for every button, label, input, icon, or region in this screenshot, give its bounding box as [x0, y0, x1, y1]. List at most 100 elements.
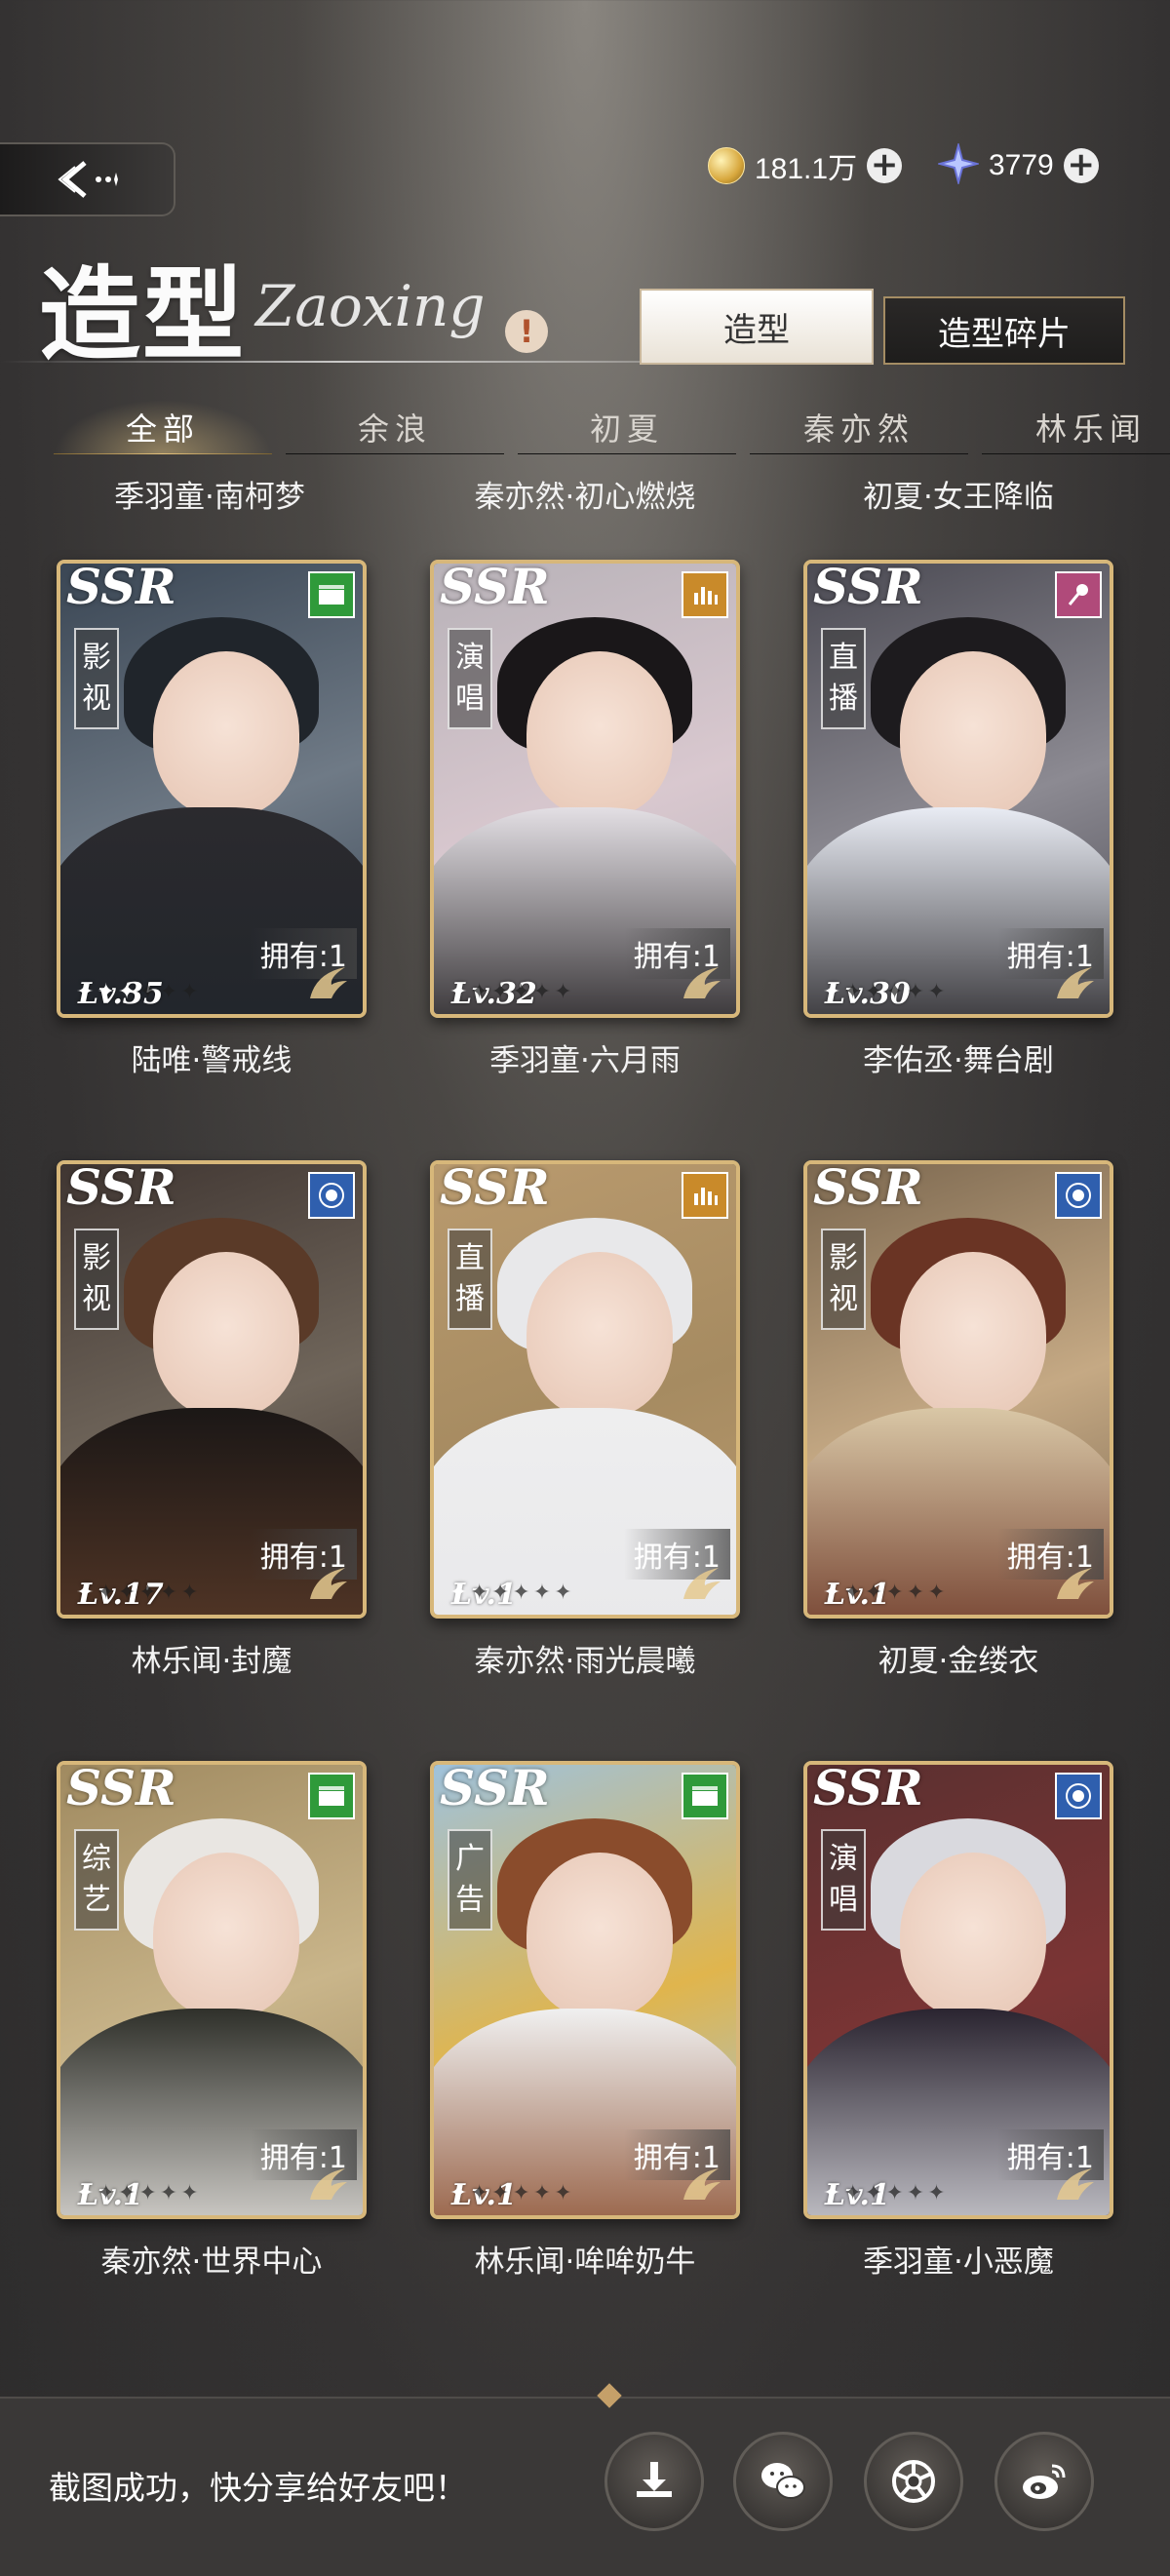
wing-emblem-icon	[1057, 2168, 1094, 2200]
rarity-label: SSR	[440, 1761, 550, 1816]
coin-amount: 181.1万	[755, 153, 858, 185]
add-coins-button[interactable]: +	[867, 148, 903, 183]
back-button[interactable]	[0, 142, 176, 216]
star-lit-icon: ✦	[449, 1581, 471, 1605]
wechat-share-button[interactable]	[733, 2432, 833, 2531]
info-icon[interactable]: !	[505, 310, 548, 353]
star-empty-icon: ✦	[927, 980, 949, 1004]
filter-tab-qinyiran[interactable]: 秦亦然	[750, 400, 968, 454]
portrait-face	[153, 651, 299, 817]
star-lit-icon: ✦	[97, 980, 118, 1004]
category-text: 演唱	[829, 1842, 858, 1917]
rarity-label: SSR	[440, 560, 550, 615]
star-empty-icon: ✦	[864, 1581, 886, 1605]
card-name: 林乐闻·哞哞奶牛	[474, 2244, 696, 2280]
rarity-label: SSR	[66, 1160, 176, 1216]
title-divider	[0, 361, 682, 363]
star-lit-icon: ✦	[76, 2181, 98, 2205]
outfit-card[interactable]: SSR 影视 拥有:1 Lv.17 ✦✦✦✦✦✦	[57, 1160, 367, 1619]
microphone-icon	[1055, 571, 1102, 618]
star-empty-icon: ✦	[97, 2181, 118, 2205]
star-empty-icon: ✦	[117, 2181, 139, 2205]
star-crystal-icon	[936, 141, 981, 188]
wing-emblem-icon	[683, 1568, 721, 1599]
moments-share-button[interactable]	[864, 2432, 963, 2531]
star-empty-icon: ✦	[470, 2181, 491, 2205]
portrait-face	[153, 1853, 299, 2018]
filter-tab-yulang[interactable]: 余浪	[286, 400, 504, 454]
outfit-card[interactable]: SSR 直播 拥有:1 Lv.30 ✦✦✦✦✦✦	[803, 560, 1113, 1018]
wing-emblem-icon	[310, 2168, 347, 2200]
star-rating: ✦✦✦✦✦✦	[76, 2181, 202, 2205]
weibo-share-button[interactable]	[994, 2432, 1094, 2531]
star-amount: 3779	[989, 149, 1054, 181]
star-empty-icon: ✦	[906, 1581, 928, 1605]
star-empty-icon: ✦	[138, 980, 160, 1004]
outfit-card[interactable]: SSR 影视 拥有:1 Lv.1 ✦✦✦✦✦✦	[803, 1160, 1113, 1619]
star-empty-icon: ✦	[532, 2181, 555, 2205]
star-empty-icon: ✦	[532, 980, 555, 1004]
filter-tab-chuxia[interactable]: 初夏	[518, 400, 736, 454]
star-empty-icon: ✦	[927, 1581, 949, 1605]
star-rating: ✦✦✦✦✦✦	[449, 1581, 575, 1605]
film-icon	[308, 1773, 355, 1819]
outfit-card[interactable]: SSR 广告 拥有:1 Lv.1 ✦✦✦✦✦✦	[430, 1761, 740, 2219]
share-message: 截图成功，快分享给好友吧！	[49, 2469, 467, 2507]
rarity-label: SSR	[66, 560, 176, 615]
star-empty-icon: ✦	[554, 980, 575, 1004]
star-empty-icon: ✦	[512, 1581, 533, 1605]
portrait-face	[526, 651, 673, 817]
card-name: 秦亦然·初心燃烧	[474, 480, 696, 515]
star-empty-icon: ✦	[180, 2181, 202, 2205]
star-empty-icon: ✦	[512, 2181, 533, 2205]
star-empty-icon: ✦	[554, 1581, 575, 1605]
moments-icon	[892, 2460, 935, 2503]
coin-icon	[708, 147, 745, 184]
rarity-label: SSR	[813, 1761, 923, 1816]
category-label: 广告	[448, 1829, 492, 1931]
outfit-card[interactable]: SSR 综艺 拥有:1 Lv.1 ✦✦✦✦✦✦	[57, 1761, 367, 2219]
rarity-label: SSR	[813, 1160, 923, 1216]
outfit-card[interactable]: SSR 直播 拥有:1 Lv.1 ✦✦✦✦✦✦	[430, 1160, 740, 1619]
portrait-face	[900, 1252, 1046, 1418]
category-text: 直播	[455, 1241, 485, 1316]
tab-outfit[interactable]: 造型	[640, 289, 874, 365]
star-empty-icon: ✦	[906, 2181, 928, 2205]
bars-icon	[682, 571, 728, 618]
star-lit-icon: ✦	[449, 2181, 471, 2205]
add-stars-button[interactable]: +	[1063, 148, 1099, 183]
bars-icon	[682, 1172, 728, 1219]
outfit-card[interactable]: SSR 影视 拥有:1 Lv.35 ✦✦✦✦✦✦	[57, 560, 367, 1018]
outfit-card[interactable]: SSR 演唱 拥有:1 Lv.1 ✦✦✦✦✦✦	[803, 1761, 1113, 2219]
star-empty-icon: ✦	[843, 1581, 865, 1605]
wing-emblem-icon	[310, 967, 347, 998]
portrait-face	[526, 1853, 673, 2018]
portrait-face	[153, 1252, 299, 1418]
star-lit-icon: ✦	[823, 980, 844, 1004]
eye-icon	[308, 1172, 355, 1219]
category-text: 综艺	[82, 1842, 111, 1917]
film-icon	[682, 1773, 728, 1819]
download-icon	[637, 2462, 672, 2497]
filter-tab-all[interactable]: 全部	[54, 400, 272, 454]
eye-icon	[1055, 1172, 1102, 1219]
filter-tab-linlewen[interactable]: 林乐闻	[982, 400, 1170, 454]
outfit-card[interactable]: SSR 演唱 拥有:1 Lv.32 ✦✦✦✦✦✦	[430, 560, 740, 1018]
category-text: 演唱	[455, 641, 485, 716]
tab-outfit-fragments[interactable]: 造型碎片	[883, 296, 1125, 365]
star-empty-icon: ✦	[843, 980, 865, 1004]
star-lit-icon: ✦	[76, 1581, 98, 1605]
star-empty-icon: ✦	[885, 980, 907, 1004]
star-empty-icon: ✦	[159, 1581, 181, 1605]
category-text: 影视	[82, 641, 111, 716]
star-empty-icon: ✦	[554, 2181, 575, 2205]
star-rating: ✦✦✦✦✦✦	[449, 2181, 575, 2205]
wing-emblem-icon	[1057, 1568, 1094, 1599]
character-filter-tabs: 全部 余浪 初夏 秦亦然 林乐闻	[54, 400, 1170, 454]
category-label: 直播	[821, 628, 866, 729]
card-name: 初夏·女王降临	[863, 480, 1054, 515]
download-button[interactable]	[604, 2432, 704, 2531]
star-empty-icon: ✦	[159, 980, 181, 1004]
star-empty-icon: ✦	[864, 980, 886, 1004]
category-text: 广告	[455, 1842, 485, 1917]
